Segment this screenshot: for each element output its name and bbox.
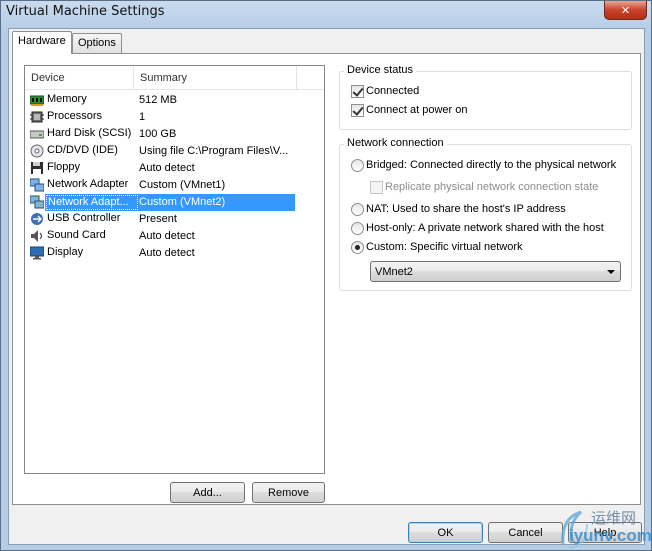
connect-at-power-on-checkbox[interactable] — [351, 104, 364, 117]
watermark-logo: 运维网 iyunv.com — [557, 504, 652, 550]
device-name: Sound Card — [47, 229, 106, 241]
host-only-radio[interactable] — [351, 222, 364, 235]
network-connection-group: Network connection Bridged: Connected di… — [339, 137, 632, 291]
device-summary: Auto detect — [139, 230, 195, 242]
device-row-cd-dvd[interactable]: CD/DVD (IDE) Using file C:\Program Files… — [28, 143, 322, 160]
ok-button-label: OK — [437, 526, 454, 539]
add-button-label: Add... — [193, 486, 222, 499]
host-only-label[interactable]: Host-only: A private network shared with… — [366, 222, 604, 234]
custom-network-select[interactable]: VMnet2 — [370, 261, 621, 282]
close-button[interactable]: ✕ — [604, 1, 647, 20]
device-column-header[interactable]: Device — [25, 66, 133, 90]
cancel-button-label: Cancel — [508, 526, 543, 539]
watermark-text-en: iyunv.com — [569, 526, 652, 545]
connect-at-power-on-label[interactable]: Connect at power on — [366, 104, 468, 116]
device-column-label: Device — [31, 72, 65, 84]
hardware-tab-panel: Device Summary Memory 512 MB Processors … — [12, 53, 641, 505]
column-divider[interactable] — [296, 66, 297, 90]
sound-card-icon — [30, 229, 44, 243]
device-name: CD/DVD (IDE) — [47, 144, 118, 156]
device-summary: 512 MB — [139, 94, 177, 106]
device-row-display[interactable]: Display Auto detect — [28, 245, 322, 262]
memory-icon — [29, 93, 45, 107]
watermark-text-cn: 运维网 — [591, 509, 637, 527]
cd-dvd-icon — [30, 144, 44, 158]
device-list-header: Device Summary — [25, 66, 324, 90]
nat-radio[interactable] — [351, 203, 364, 216]
bridged-radio[interactable] — [351, 159, 364, 172]
hard-disk-icon — [29, 127, 45, 141]
device-name: Network Adapt... — [46, 195, 138, 210]
device-name: Display — [47, 246, 84, 258]
tab-options-label: Options — [78, 37, 116, 49]
device-name: Memory — [47, 93, 87, 105]
device-summary: Auto detect — [139, 247, 195, 259]
device-name: Floppy — [47, 161, 81, 173]
custom-network-value: VMnet2 — [375, 266, 413, 278]
processor-icon — [30, 110, 44, 124]
summary-column-header[interactable]: Summary — [134, 66, 296, 90]
connected-checkbox[interactable] — [351, 85, 364, 98]
tab-hardware[interactable]: Hardware — [12, 31, 72, 54]
nat-label[interactable]: NAT: Used to share the host's IP address — [366, 203, 566, 215]
device-row-sound-card[interactable]: Sound Card Auto detect — [28, 228, 322, 245]
device-summary: Auto detect — [139, 162, 195, 174]
tab-options[interactable]: Options — [72, 33, 122, 53]
device-row-network-adapter-2[interactable]: Network Adapt... Custom (VMnet2) — [28, 194, 322, 211]
device-list[interactable]: Device Summary Memory 512 MB Processors … — [24, 65, 325, 474]
close-icon: ✕ — [620, 3, 631, 17]
summary-column-label: Summary — [140, 72, 188, 84]
network-adapter-icon — [29, 195, 45, 209]
device-row-usb-controller[interactable]: USB Controller Present — [28, 211, 322, 228]
device-row-processors[interactable]: Processors 1 — [28, 109, 322, 126]
device-row-memory[interactable]: Memory 512 MB — [28, 92, 322, 109]
device-status-group: Device status Connected Connect at power… — [339, 64, 632, 130]
virtual-machine-settings-window: Virtual Machine Settings ✕ Hardware Opti… — [0, 0, 652, 551]
cancel-button[interactable]: Cancel — [488, 522, 563, 543]
device-name: Processors — [47, 110, 103, 122]
device-summary: Using file C:\Program Files\V... — [139, 145, 289, 157]
usb-icon — [30, 212, 44, 226]
floppy-icon — [30, 161, 44, 175]
device-row-hard-disk[interactable]: Hard Disk (SCSI) 100 GB — [28, 126, 322, 143]
device-name: USB Controller — [47, 212, 121, 224]
chevron-down-icon — [607, 270, 615, 274]
replicate-state-checkbox[interactable] — [370, 181, 383, 194]
device-summary: 1 — [139, 111, 146, 123]
title-bar[interactable]: Virtual Machine Settings ✕ — [1, 1, 651, 25]
device-name: Hard Disk (SCSI) — [47, 127, 132, 139]
device-row-floppy[interactable]: Floppy Auto detect — [28, 160, 322, 177]
tab-hardware-label: Hardware — [18, 35, 66, 47]
window-title: Virtual Machine Settings — [6, 4, 165, 19]
device-name: Network Adapter — [47, 178, 129, 190]
replicate-state-label: Replicate physical network connection st… — [385, 181, 599, 193]
device-summary: Present — [139, 213, 177, 225]
network-connection-title: Network connection — [344, 137, 447, 149]
device-status-title: Device status — [344, 64, 417, 76]
display-icon — [29, 246, 45, 260]
ok-button[interactable]: OK — [408, 522, 483, 543]
connected-label[interactable]: Connected — [366, 85, 419, 97]
dialog-client-area: Hardware Options Device Summary Memory 5… — [8, 28, 645, 545]
custom-label[interactable]: Custom: Specific virtual network — [366, 241, 523, 253]
device-summary: Custom (VMnet2) — [139, 196, 226, 208]
custom-radio[interactable] — [351, 241, 364, 254]
remove-button[interactable]: Remove — [252, 482, 325, 503]
bridged-label[interactable]: Bridged: Connected directly to the physi… — [366, 159, 616, 171]
network-adapter-icon — [29, 178, 45, 192]
device-summary: Custom (VMnet1) — [139, 179, 226, 191]
device-summary: 100 GB — [139, 128, 177, 140]
device-row-network-adapter[interactable]: Network Adapter Custom (VMnet1) — [28, 177, 322, 194]
remove-button-label: Remove — [268, 486, 309, 499]
add-button[interactable]: Add... — [170, 482, 245, 503]
